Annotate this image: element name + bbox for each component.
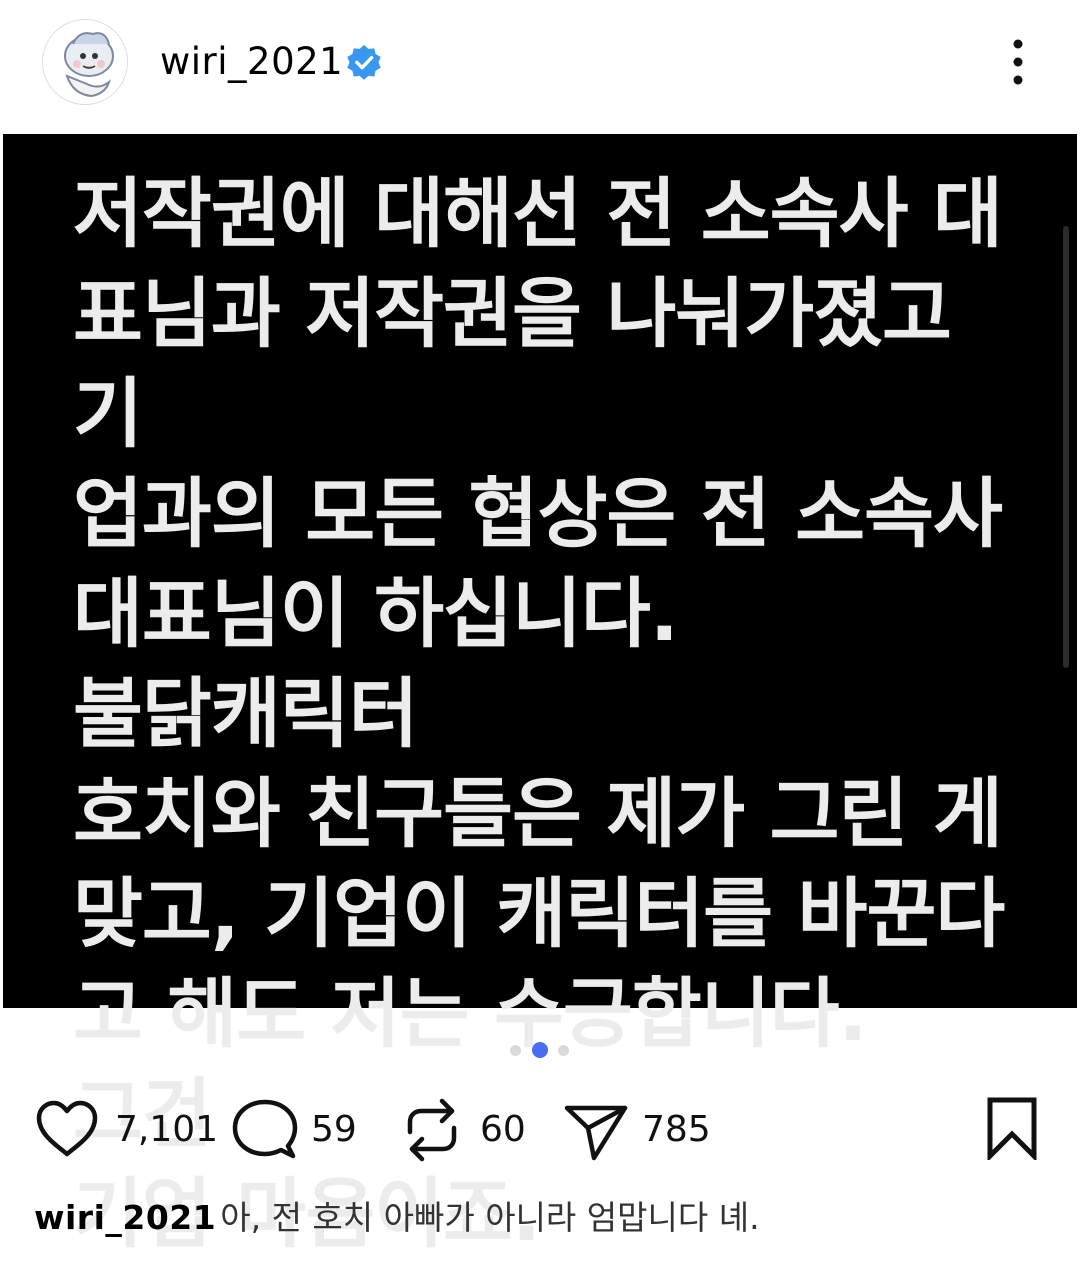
carousel-dot-2 bbox=[532, 1042, 548, 1058]
caption-text: 아, 전 호치 아빠가 아니라 엄맙니다 녜. bbox=[220, 1198, 760, 1237]
bookmark-icon[interactable] bbox=[986, 1096, 1038, 1160]
share-count: 785 bbox=[642, 1109, 711, 1150]
share-button[interactable]: 785 bbox=[564, 1090, 724, 1170]
verified-badge-icon bbox=[347, 44, 381, 80]
caption-username[interactable]: wiri_2021 bbox=[34, 1198, 216, 1237]
avatar[interactable] bbox=[42, 19, 128, 105]
more-options-icon[interactable] bbox=[998, 36, 1038, 88]
post-caption: wiri_2021 아, 전 호치 아빠가 아니라 엄맙니다 녜. bbox=[34, 1195, 1054, 1241]
comment-count: 59 bbox=[311, 1109, 357, 1150]
like-button[interactable]: 7,101 bbox=[34, 1090, 218, 1170]
like-count: 7,101 bbox=[115, 1109, 219, 1150]
repost-count: 60 bbox=[480, 1109, 526, 1150]
repost-button[interactable]: 60 bbox=[402, 1090, 532, 1170]
comment-bubble-icon bbox=[232, 1099, 298, 1159]
avatar-illustration bbox=[43, 20, 127, 104]
post-image[interactable]: 저작권에 대해선 전 소속사 대 표님과 저작권을 나눠가졌고 기 업과의 모든… bbox=[3, 134, 1077, 1258]
post-header: wiri_2021 bbox=[0, 0, 1080, 134]
carousel-dot-1 bbox=[510, 1045, 521, 1056]
carousel-indicator bbox=[0, 1041, 1080, 1059]
action-bar: 7,101 59 60 785 bbox=[0, 1090, 1080, 1170]
heart-icon bbox=[36, 1100, 98, 1157]
post-username[interactable]: wiri_2021 bbox=[160, 38, 343, 86]
send-icon bbox=[564, 1105, 628, 1161]
carousel-dot-3 bbox=[558, 1045, 569, 1056]
image-scroll-indicator bbox=[1063, 226, 1069, 668]
repost-icon bbox=[407, 1098, 457, 1162]
comment-button[interactable]: 59 bbox=[232, 1090, 362, 1170]
